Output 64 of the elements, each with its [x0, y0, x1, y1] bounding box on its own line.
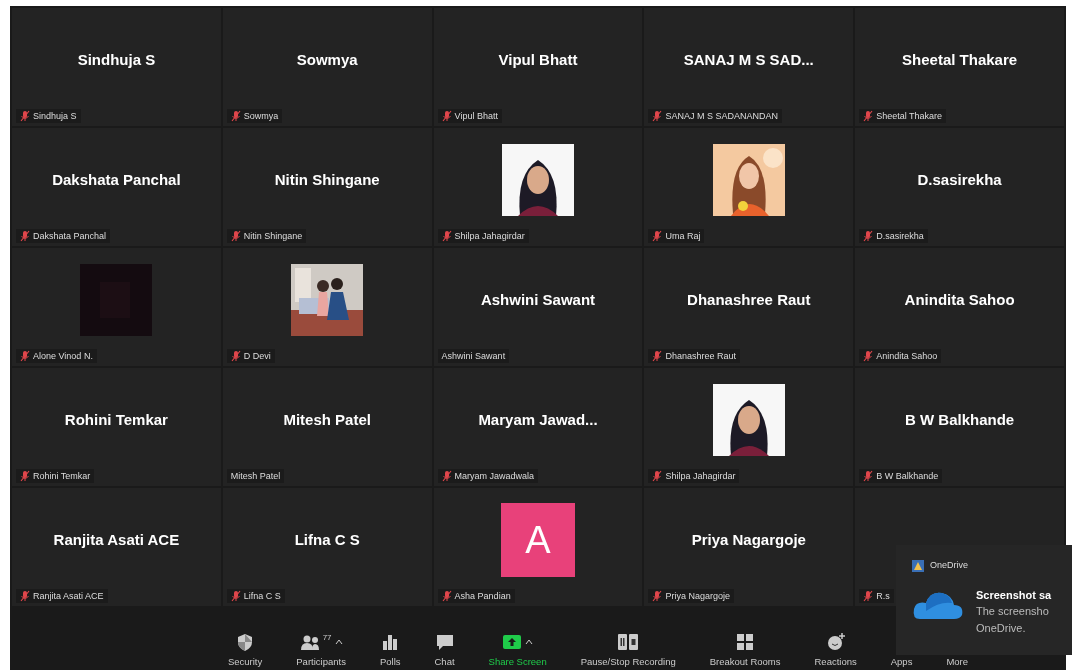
- participant-name: Dakshata Panchal: [52, 169, 181, 190]
- participant-label: SANAJ M S SADANANDAN: [665, 110, 778, 122]
- grid-icon: [735, 631, 756, 652]
- participant-label: Nitin Shingane: [243, 230, 303, 242]
- participant-label: B W Balkhande: [876, 470, 939, 482]
- participant-label: Sowmya: [243, 110, 279, 122]
- notification-text: OneDrive.: [976, 620, 1027, 636]
- participant-label: Dakshata Panchal: [33, 230, 107, 242]
- participant-label: Asha Pandian: [454, 590, 511, 602]
- participant-label: Lifna C S: [243, 590, 281, 602]
- avatar: A: [501, 503, 575, 577]
- participant-name: Sowmya: [296, 49, 358, 70]
- caret-icon: [525, 637, 534, 646]
- participant-label: Ranjita Asati ACE: [33, 590, 104, 602]
- toolbar-button[interactable]: Chat: [428, 631, 461, 669]
- app-icon: [912, 559, 924, 572]
- participant-name: D.sasirekha: [917, 169, 1002, 190]
- participant-name: Maryam Jawad...: [478, 409, 598, 430]
- participant-label: D.sasirekha: [876, 230, 924, 242]
- participant-name: Ranjita Asati ACE: [53, 529, 180, 550]
- participant-label: Dhanashree Raut: [665, 350, 736, 362]
- participant-label: Uma Raj: [665, 230, 701, 242]
- participant-label: Vipul Bhatt: [454, 110, 498, 122]
- participant-name: Priya Nagargoje: [691, 529, 806, 550]
- toolbar-button[interactable]: Polls: [373, 631, 407, 669]
- participant-name: Rohini Temkar: [64, 409, 168, 430]
- participant-label: Mitesh Patel: [230, 470, 281, 482]
- toolbar-button[interactable]: Share Screen: [482, 631, 553, 669]
- toolbar-button[interactable]: Reactions: [808, 631, 863, 669]
- smiley-plus-icon: [825, 631, 846, 652]
- participant-name: Anindita Sahoo: [904, 289, 1015, 310]
- notification-text: The screensho: [976, 604, 1050, 619]
- participant-name: Sheetal Thakare: [902, 49, 1018, 70]
- pause-stop-icon: [618, 631, 639, 652]
- app-name: OneDrive: [930, 559, 968, 572]
- participant-label: Sindhuja S: [33, 110, 77, 122]
- participant-label: Maryam Jawadwala: [454, 470, 535, 482]
- participant-name: Vipul Bhatt: [498, 49, 578, 70]
- participant-label: Rohini Temkar: [33, 470, 91, 482]
- toolbar-button[interactable]: Breakout Rooms: [703, 631, 787, 669]
- participant-name: B W Balkhande: [905, 409, 1015, 430]
- participant-name: Sindhuja S: [77, 49, 156, 70]
- caret-icon: [334, 637, 343, 646]
- participant-label: Sheetal Thakare: [876, 110, 943, 122]
- participant-label: R.s: [876, 590, 890, 602]
- toolbar-button[interactable]: Pause/Stop Recording: [574, 631, 682, 669]
- participant-name: Nitin Shingane: [274, 169, 380, 190]
- participant-label: Shilpa Jahagirdar: [454, 230, 525, 242]
- participant-count: 77: [322, 631, 332, 644]
- participant-label: Ashwini Sawant: [441, 350, 506, 362]
- toolbar-button[interactable]: Security: [221, 631, 269, 669]
- participant-label: Alone Vinod N.: [33, 350, 93, 362]
- participant-name: Mitesh Patel: [283, 409, 371, 430]
- participant-label: Anindita Sahoo: [876, 350, 938, 362]
- participant-label: Shilpa Jahagirdar: [665, 470, 736, 482]
- toolbar-button[interactable]: 77 Participants: [290, 631, 352, 669]
- participant-name: Dhanashree Raut: [687, 289, 811, 310]
- participant-name: SANAJ M S SAD...: [683, 49, 814, 70]
- participant-name: Lifna C S: [294, 529, 360, 550]
- notification-toast[interactable]: OneDrive Screenshot sa The screensho OneDrive.: [896, 545, 1072, 655]
- participant-label: D Devi: [243, 350, 271, 362]
- participant-name: Ashwini Sawant: [480, 289, 596, 310]
- notification-title: Screenshot sa: [976, 587, 1052, 603]
- participant-label: Priya Nagargoje: [665, 590, 730, 602]
